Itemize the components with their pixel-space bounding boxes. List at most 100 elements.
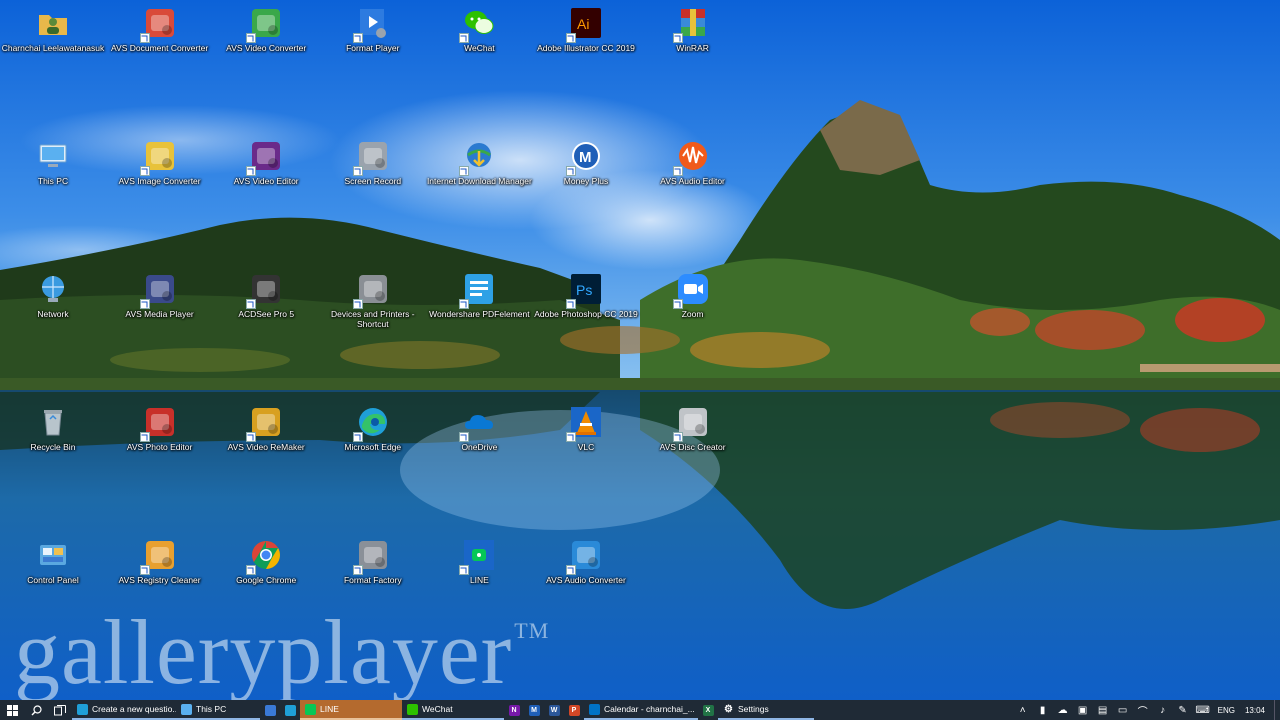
- desktop-shortcut-photoshop[interactable]: Ps Adobe Photoshop CC 2019: [533, 268, 639, 396]
- chevron-up-icon[interactable]: ˄: [1013, 700, 1033, 720]
- search-icon[interactable]: [24, 700, 48, 720]
- desktop-shortcut-avs-audio-converter[interactable]: AVS Audio Converter: [533, 534, 639, 662]
- desktop-icon-label: Format Factory: [343, 575, 402, 585]
- taskbar-app-chrome[interactable]: Create a new questio...: [72, 700, 176, 720]
- chrome-icon: [77, 703, 88, 715]
- windows-start-icon[interactable]: [0, 700, 24, 720]
- desktop-shortcut-wechat[interactable]: WeChat: [426, 2, 532, 130]
- network-icon[interactable]: ▤: [1093, 700, 1113, 720]
- desktop-shortcut-idm[interactable]: Internet Download Manager: [426, 135, 532, 263]
- clock[interactable]: 13:04: [1240, 706, 1270, 715]
- desktop-shortcut-illustrator[interactable]: Ai Adobe Illustrator CC 2019: [533, 2, 639, 130]
- desktop-shortcut-network[interactable]: Network: [0, 268, 106, 396]
- desktop-shortcut-avs-disc-creator[interactable]: AVS Disc Creator: [640, 401, 746, 529]
- shortcut-arrow-icon: [459, 432, 470, 442]
- desktop-shortcut-chrome[interactable]: Google Chrome: [213, 534, 319, 662]
- desktop-shortcut-money-plus[interactable]: M Money Plus: [533, 135, 639, 263]
- desktop-shortcut-control-panel[interactable]: Control Panel: [0, 534, 106, 662]
- keyboard-icon[interactable]: ⌨: [1193, 700, 1213, 720]
- onenote-icon: N: [508, 704, 520, 716]
- desktop-icon-label: WinRAR: [676, 43, 709, 53]
- taskbar-app-taskbar-app[interactable]: [260, 700, 280, 720]
- desktop-shortcut-pdfelement[interactable]: Wondershare PDFelement: [426, 268, 532, 396]
- video-icon[interactable]: ▣: [1073, 700, 1093, 720]
- desktop-shortcut-acdsee[interactable]: ACDSee Pro 5: [213, 268, 319, 396]
- taskbar-app-powerpoint[interactable]: P: [564, 700, 584, 720]
- volume-icon[interactable]: ♪: [1153, 700, 1173, 720]
- settings-icon: ⚙: [723, 703, 734, 715]
- winrar-icon: [672, 6, 710, 43]
- taskbar-app-line[interactable]: LINE: [300, 700, 402, 720]
- desktop-shortcut-printer[interactable]: Devices and Printers - Shortcut: [320, 268, 426, 396]
- avs-image-converter-icon: [139, 139, 177, 176]
- desktop-icon-label: Google Chrome: [236, 575, 297, 585]
- shortcut-arrow-icon: [139, 432, 150, 442]
- usb-icon[interactable]: ▮: [1033, 700, 1053, 720]
- desktop-icon-label: AVS Disc Creator: [659, 442, 726, 452]
- desktop-shortcut-line[interactable]: LINE: [426, 534, 532, 662]
- desktop-shortcut-avs-document-converter[interactable]: AVS Document Converter: [107, 2, 213, 130]
- desktop-shortcut-avs-video-remaker[interactable]: AVS Video ReMaker: [213, 401, 319, 529]
- desktop-icon-label: AVS Audio Converter: [546, 575, 626, 585]
- desktop-shortcut-screen-record[interactable]: Screen Record: [320, 135, 426, 263]
- taskbar-app-word[interactable]: W: [544, 700, 564, 720]
- desktop-shortcut-computer[interactable]: This PC: [0, 135, 106, 263]
- svg-text:M: M: [579, 149, 592, 166]
- display-icon[interactable]: ▭: [1113, 700, 1133, 720]
- desktop-shortcut-avs-audio-editor[interactable]: AVS Audio Editor: [640, 135, 746, 263]
- taskbar-app-phone[interactable]: [280, 700, 300, 720]
- taskbar-app-settings[interactable]: ⚙ Settings: [718, 700, 814, 720]
- desktop-icon-label: This PC: [37, 176, 69, 186]
- avs-audio-converter-icon: [566, 538, 603, 575]
- cloud-icon[interactable]: ☁: [1053, 700, 1073, 720]
- shortcut-arrow-icon: [459, 565, 470, 575]
- avs-video-remaker-icon: [246, 405, 283, 442]
- shortcut-arrow-icon: [246, 565, 257, 575]
- outlook-icon: [589, 703, 600, 715]
- wechat-icon: [407, 703, 418, 715]
- shortcut-arrow-icon: [246, 432, 257, 442]
- desktop-icon-label: Screen Record: [344, 176, 402, 186]
- illustrator-icon: Ai: [566, 6, 603, 43]
- wifi-icon[interactable]: ⌒: [1133, 700, 1153, 720]
- desktop-icon-label: WeChat: [464, 43, 495, 53]
- desktop-shortcut-edge[interactable]: Microsoft Edge: [320, 401, 426, 529]
- format-factory-icon: [352, 538, 390, 575]
- taskbar-app-outlook[interactable]: Calendar - charnchai_...: [584, 700, 698, 720]
- taskbar-app-file-explorer[interactable]: This PC: [176, 700, 260, 720]
- shortcut-arrow-icon: [672, 432, 683, 442]
- taskbar-app-wechat[interactable]: WeChat: [402, 700, 504, 720]
- desktop-shortcut-vlc[interactable]: VLC: [533, 401, 639, 529]
- shortcut-arrow-icon: [672, 299, 683, 309]
- desktop-shortcut-onedrive[interactable]: OneDrive: [426, 401, 532, 529]
- avs-disc-creator-icon: [672, 405, 710, 442]
- desktop-shortcut-user-folder[interactable]: Charnchai Leelawatanasuk: [0, 2, 106, 130]
- desktop-shortcut-avs-video-editor[interactable]: AVS Video Editor: [213, 135, 319, 263]
- desktop-shortcut-format-factory[interactable]: Format Factory: [320, 534, 426, 662]
- desktop-shortcut-recycle-bin[interactable]: Recycle Bin: [0, 401, 106, 529]
- desktop-shortcut-avs-media-player[interactable]: AVS Media Player: [107, 268, 213, 396]
- pen-icon[interactable]: ✎: [1173, 700, 1193, 720]
- language-indicator[interactable]: ENG: [1213, 706, 1240, 715]
- desktop-icon-label: AVS Video Editor: [233, 176, 299, 186]
- desktop-icon-label: Control Panel: [27, 575, 79, 585]
- shortcut-arrow-icon: [139, 33, 150, 43]
- desktop-shortcut-avs-video-converter[interactable]: AVS Video Converter: [213, 2, 319, 130]
- recycle-bin-icon: [36, 405, 70, 439]
- taskbar-app-onenote[interactable]: N: [504, 700, 524, 720]
- taskbar-app-money-plus[interactable]: M: [524, 700, 544, 720]
- desktop-icon-label: Recycle Bin: [30, 442, 76, 452]
- task-view-icon[interactable]: [48, 700, 72, 720]
- desktop-shortcut-format-player[interactable]: Format Player: [320, 2, 426, 130]
- desktop-shortcut-avs-image-converter[interactable]: AVS Image Converter: [107, 135, 213, 263]
- money-plus-icon: M: [528, 704, 540, 716]
- taskbar-app-label: Settings: [738, 704, 769, 714]
- show-desktop-button[interactable]: [1274, 700, 1280, 720]
- taskbar-app-excel[interactable]: X: [698, 700, 718, 720]
- line-icon: [305, 703, 316, 715]
- desktop-shortcut-zoom[interactable]: Zoom: [640, 268, 746, 396]
- desktop-shortcut-avs-photo-editor[interactable]: AVS Photo Editor: [107, 401, 213, 529]
- taskbar-app-label: Calendar - charnchai_...: [604, 704, 695, 714]
- desktop-shortcut-winrar[interactable]: WinRAR: [640, 2, 746, 130]
- desktop-shortcut-avs-registry-cleaner[interactable]: AVS Registry Cleaner: [107, 534, 213, 662]
